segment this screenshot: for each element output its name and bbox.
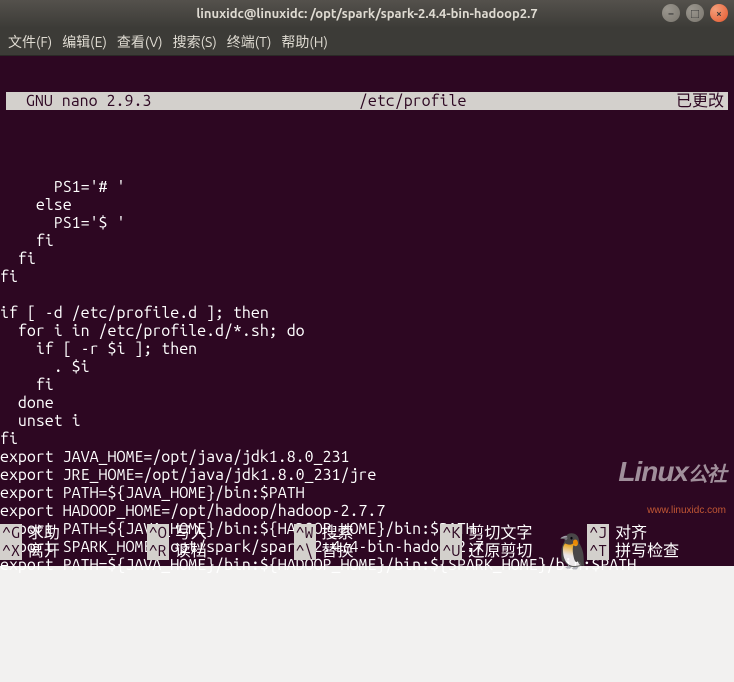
shortcut-label: 写入 bbox=[175, 524, 207, 542]
shortcut-key: ^U bbox=[440, 542, 462, 560]
editor-line[interactable]: fi bbox=[0, 430, 734, 448]
shortcut-key: ^T bbox=[587, 542, 609, 560]
shortcut-label: 求助 bbox=[28, 524, 60, 542]
editor-line[interactable]: else bbox=[0, 196, 734, 214]
editor-content[interactable]: PS1='# ' else PS1='$ ' fi fifi if [ -d /… bbox=[0, 164, 734, 574]
shortcut-item: ^O 写入 bbox=[147, 524, 294, 542]
shortcut-key: ^R bbox=[147, 542, 169, 560]
nano-shortcuts: ^G 求助 ^O 写入 ^W 搜索 ^K 剪切文字 ^J 对齐 ^X 离开 ^R 读档 ^\ 替换 ^U 还原剪切… bbox=[0, 524, 734, 560]
window-titlebar: linuxidc@linuxidc: /opt/spark/spark-2.4.… bbox=[0, 0, 734, 28]
terminal-area[interactable]: GNU nano 2.9.3 /etc/profile 已更改 PS1='# '… bbox=[0, 56, 734, 566]
editor-line[interactable]: export JRE_HOME=/opt/java/jdk1.8.0_231/j… bbox=[0, 466, 734, 484]
shortcut-key: ^X bbox=[0, 542, 22, 560]
shortcut-item: ^G 求助 bbox=[0, 524, 147, 542]
shortcut-item: ^R 读档 bbox=[147, 542, 294, 560]
menu-search[interactable]: 搜索(S) bbox=[173, 32, 217, 52]
menubar: 文件(F) 编辑(E) 查看(V) 搜索(S) 终端(T) 帮助(H) bbox=[0, 28, 734, 56]
menu-terminal[interactable]: 终端(T) bbox=[227, 32, 272, 52]
shortcut-item: ^X 离开 bbox=[0, 542, 147, 560]
shortcut-label: 替换 bbox=[322, 542, 354, 560]
editor-line[interactable]: if [ -r $i ]; then bbox=[0, 340, 734, 358]
shortcut-key: ^J bbox=[587, 524, 609, 542]
shortcut-item: ^J 对齐 bbox=[587, 524, 734, 542]
editor-line[interactable]: PS1='# ' bbox=[0, 178, 734, 196]
menu-file[interactable]: 文件(F) bbox=[8, 32, 52, 52]
shortcut-label: 对齐 bbox=[615, 524, 647, 542]
maximize-button[interactable]: □ bbox=[686, 4, 704, 22]
shortcut-item: ^K 剪切文字 bbox=[440, 524, 587, 542]
shortcut-key: ^G bbox=[0, 524, 22, 542]
editor-line[interactable]: if [ -d /etc/profile.d ]; then bbox=[0, 304, 734, 322]
menu-help[interactable]: 帮助(H) bbox=[281, 32, 328, 52]
editor-line[interactable]: fi bbox=[0, 232, 734, 250]
editor-line[interactable]: fi bbox=[0, 376, 734, 394]
menu-view[interactable]: 查看(V) bbox=[117, 32, 163, 52]
shortcut-item: ^W 搜索 bbox=[294, 524, 441, 542]
editor-line[interactable]: done bbox=[0, 394, 734, 412]
shortcut-key: ^\ bbox=[294, 542, 316, 560]
nano-filename: /etc/profile bbox=[153, 92, 672, 110]
editor-line[interactable]: . $i bbox=[0, 358, 734, 376]
editor-line[interactable]: export PATH=${JAVA_HOME}/bin:$PATH bbox=[0, 484, 734, 502]
close-button[interactable]: × bbox=[710, 4, 728, 22]
shortcut-item: ^\ 替换 bbox=[294, 542, 441, 560]
shortcut-item: ^T 拼写检查 bbox=[587, 542, 734, 560]
shortcut-item: ^U 还原剪切 bbox=[440, 542, 587, 560]
nano-app-name: GNU nano 2.9.3 bbox=[6, 92, 153, 110]
nano-status: 已更改 bbox=[672, 92, 728, 110]
shortcut-label: 剪切文字 bbox=[468, 524, 532, 542]
shortcut-label: 搜索 bbox=[322, 524, 354, 542]
shortcut-key: ^W bbox=[294, 524, 316, 542]
menu-edit[interactable]: 编辑(E) bbox=[62, 32, 107, 52]
shortcut-label: 还原剪切 bbox=[468, 542, 532, 560]
shortcut-label: 读档 bbox=[175, 542, 207, 560]
minimize-button[interactable]: – bbox=[662, 4, 680, 22]
shortcut-label: 拼写检查 bbox=[615, 542, 679, 560]
shortcut-key: ^O bbox=[147, 524, 169, 542]
editor-line[interactable]: fi bbox=[0, 250, 734, 268]
editor-line[interactable]: export JAVA_HOME=/opt/java/jdk1.8.0_231 bbox=[0, 448, 734, 466]
window-title: linuxidc@linuxidc: /opt/spark/spark-2.4.… bbox=[196, 7, 537, 21]
nano-header: GNU nano 2.9.3 /etc/profile 已更改 bbox=[6, 92, 728, 110]
editor-line[interactable]: fi bbox=[0, 268, 734, 286]
editor-line[interactable] bbox=[0, 286, 734, 304]
editor-line[interactable]: export HADOOP_HOME=/opt/hadoop/hadoop-2.… bbox=[0, 502, 734, 520]
shortcut-key: ^K bbox=[440, 524, 462, 542]
editor-line[interactable]: PS1='$ ' bbox=[0, 214, 734, 232]
window-controls: – □ × bbox=[662, 4, 728, 22]
shortcut-label: 离开 bbox=[28, 542, 60, 560]
editor-line[interactable]: unset i bbox=[0, 412, 734, 430]
editor-line[interactable]: for i in /etc/profile.d/*.sh; do bbox=[0, 322, 734, 340]
